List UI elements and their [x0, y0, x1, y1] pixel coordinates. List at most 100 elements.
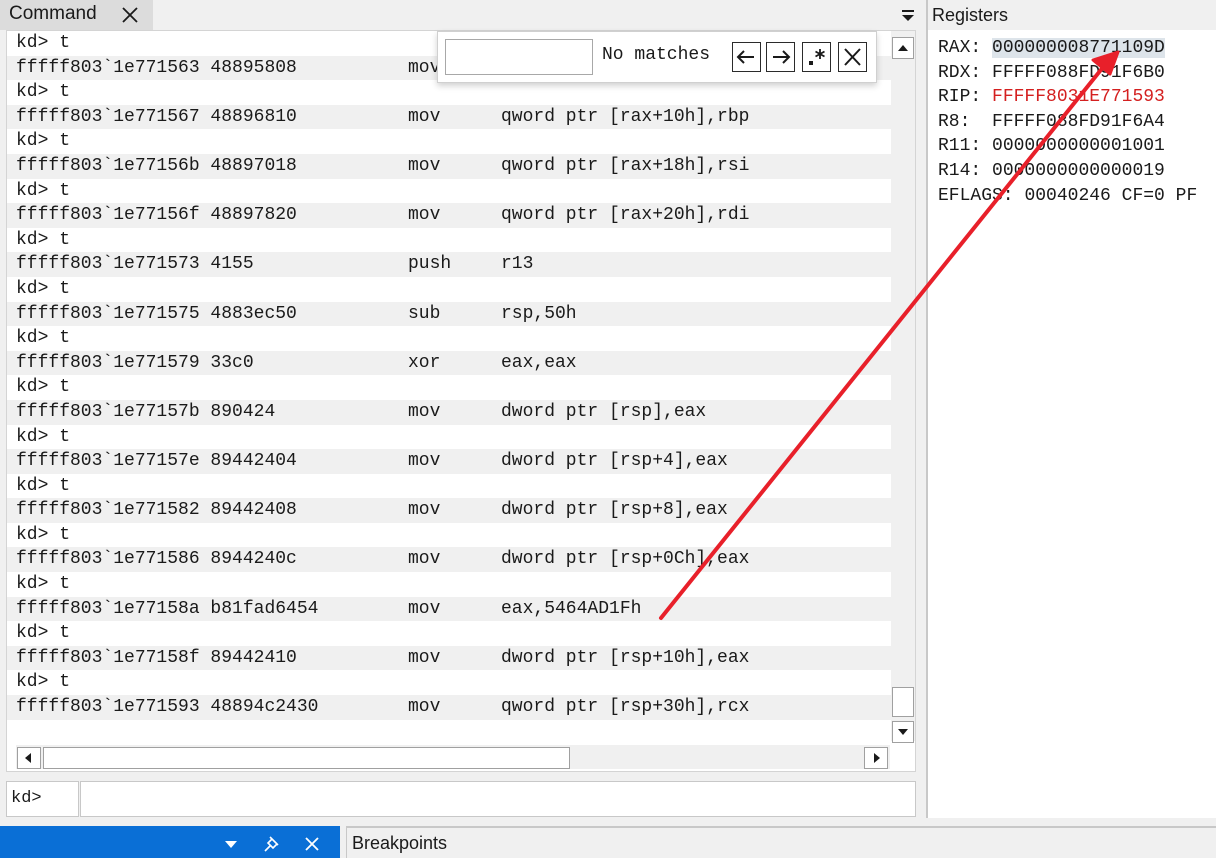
- instruction-opcode: mov: [408, 598, 441, 619]
- find-status: No matches: [602, 45, 711, 65]
- prompt-text: kd> t: [16, 278, 71, 299]
- triangle-left-icon: [25, 753, 31, 763]
- breakpoints-title: Breakpoints: [352, 833, 448, 853]
- find-regex-toggle[interactable]: [802, 42, 831, 72]
- output-instruction-line: fffff803`1e771567 48896810 mov qword ptr […: [7, 104, 891, 130]
- output-prompt-line: kd> t: [7, 474, 891, 499]
- output-instruction-line: fffff803`1e771579 33c0 xor eax,eax: [7, 350, 891, 376]
- find-previous-button[interactable]: [732, 42, 761, 72]
- register-name: R8:: [938, 111, 982, 132]
- instruction-operands: dword ptr [rsp+10h],eax: [501, 647, 750, 668]
- scroll-down-button[interactable]: [892, 721, 914, 743]
- prompt-text: kd> t: [16, 131, 71, 152]
- find-close-button[interactable]: [838, 42, 867, 72]
- register-row[interactable]: RDX: FFFFF088FD91F6B0: [938, 61, 1197, 86]
- register-value[interactable]: FFFFF8031E771593: [992, 87, 1165, 107]
- output-instruction-line: fffff803`1e77158a b81fad6454 mov eax,5464A…: [7, 596, 891, 622]
- register-value[interactable]: 00040246 CF=0 PF: [1024, 186, 1197, 206]
- vertical-scrollbar[interactable]: [891, 31, 915, 743]
- scroll-left-button[interactable]: [17, 747, 41, 769]
- prompt-text: kd> t: [16, 574, 71, 595]
- pin-icon[interactable]: [262, 834, 282, 854]
- instruction-operands: eax,5464AD1Fh: [501, 598, 642, 619]
- register-value[interactable]: 0000000000000019: [992, 161, 1165, 181]
- output-prompt-line: kd> t: [7, 670, 891, 695]
- register-row[interactable]: RIP: FFFFF8031E771593: [938, 85, 1197, 110]
- instruction-operands: qword ptr [rax+10h],rbp: [501, 106, 750, 127]
- output-instruction-line: fffff803`1e77158f 89442410 mov dword ptr […: [7, 645, 891, 671]
- instruction-address: fffff803`1e77157b 890424: [16, 401, 276, 422]
- arrow-right-icon: [773, 50, 791, 64]
- instruction-address: fffff803`1e771575 4883ec50: [16, 303, 297, 324]
- output-instruction-line: fffff803`1e77157b 890424 mov dword ptr [rs…: [7, 399, 891, 425]
- vertical-scroll-thumb[interactable]: [892, 687, 914, 717]
- instruction-address: fffff803`1e77156f 48897820: [16, 205, 297, 226]
- docked-panel-tab[interactable]: [0, 826, 340, 858]
- register-row[interactable]: R8: FFFFF088FD91F6A4: [938, 110, 1197, 135]
- horizontal-scrollbar[interactable]: [16, 745, 890, 769]
- output-instruction-line: fffff803`1e77156b 48897018 mov qword ptr […: [7, 153, 891, 179]
- prompt-text: kd> t: [16, 524, 71, 545]
- instruction-address: fffff803`1e771567 48896810: [16, 106, 297, 127]
- close-icon[interactable]: [120, 5, 140, 25]
- instruction-opcode: mov: [408, 647, 441, 668]
- scroll-up-button[interactable]: [892, 37, 914, 59]
- instruction-operands: qword ptr [rax+18h],rsi: [501, 155, 750, 176]
- register-value[interactable]: 0000000000001001: [992, 136, 1165, 156]
- instruction-address: fffff803`1e771593 48894c2430: [16, 697, 319, 718]
- register-name: R14:: [938, 160, 982, 181]
- output-instruction-line: fffff803`1e771593 48894c2430 mov qword ptr…: [7, 695, 891, 720]
- register-name: EFLAGS:: [938, 185, 1014, 206]
- command-input[interactable]: [80, 781, 916, 817]
- instruction-opcode: mov: [408, 155, 441, 176]
- prompt-text: kd> t: [16, 82, 71, 103]
- instruction-opcode: mov: [408, 106, 441, 127]
- scroll-right-button[interactable]: [864, 747, 888, 769]
- instruction-address: fffff803`1e771579 33c0: [16, 352, 254, 373]
- prompt-text: kd> t: [16, 328, 71, 349]
- tab-command[interactable]: Command: [0, 0, 153, 30]
- prompt-text: kd> t: [16, 180, 71, 201]
- chevron-down-icon[interactable]: [224, 839, 238, 849]
- find-input[interactable]: [445, 39, 593, 75]
- register-list: RAX: 000000008771109D RDX: FFFFF088FD91F6…: [938, 36, 1197, 208]
- output-instruction-line: fffff803`1e771575 4883ec50 sub rsp,50h: [7, 301, 891, 327]
- chevron-down-icon[interactable]: [900, 9, 916, 23]
- instruction-operands: r13: [501, 254, 534, 275]
- register-row[interactable]: RAX: 000000008771109D: [938, 36, 1197, 61]
- register-value[interactable]: 000000008771109D: [992, 38, 1165, 58]
- instruction-address: fffff803`1e771586 8944240c: [16, 549, 297, 570]
- output-prompt-line: kd> t: [7, 80, 891, 105]
- instruction-address: fffff803`1e771573 4155: [16, 254, 254, 275]
- breakpoints-window: Breakpoints: [346, 826, 1216, 858]
- instruction-opcode: mov: [408, 500, 441, 521]
- instruction-opcode: mov: [408, 401, 441, 422]
- tab-command-label: Command: [9, 3, 97, 24]
- registers-header: Registers: [928, 0, 1216, 30]
- prompt-text: kd> t: [16, 33, 71, 53]
- register-row[interactable]: R14: 0000000000000019: [938, 159, 1197, 184]
- instruction-opcode: mov: [408, 451, 441, 472]
- instruction-opcode: push: [408, 254, 452, 275]
- output-instruction-line: fffff803`1e771573 4155 push r13: [7, 252, 891, 277]
- command-output[interactable]: kd> t fffff803`1e771563 48895808 mov kd> tf…: [6, 30, 916, 772]
- triangle-up-icon: [898, 45, 908, 51]
- register-name: RDX:: [938, 62, 982, 83]
- output-prompt-line: kd> t: [7, 228, 891, 253]
- register-row[interactable]: EFLAGS: 00040246 CF=0 PF: [938, 184, 1197, 209]
- instruction-operands: qword ptr [rax+20h],rdi: [501, 205, 750, 226]
- prompt-text: kd> t: [16, 229, 71, 250]
- register-value[interactable]: FFFFF088FD91F6B0: [992, 63, 1165, 83]
- instruction-operands: dword ptr [rsp],eax: [501, 401, 707, 422]
- instruction-opcode: mov: [408, 57, 441, 78]
- horizontal-scroll-thumb[interactable]: [43, 747, 570, 769]
- close-icon[interactable]: [302, 834, 322, 854]
- registers-title: Registers: [932, 5, 1009, 25]
- find-next-button[interactable]: [766, 42, 795, 72]
- output-prompt-line: kd> t: [7, 425, 891, 450]
- triangle-right-icon: [874, 753, 880, 763]
- instruction-operands: dword ptr [rsp+0Ch],eax: [501, 549, 750, 570]
- register-row[interactable]: R11: 0000000000001001: [938, 134, 1197, 159]
- register-value[interactable]: FFFFF088FD91F6A4: [992, 112, 1165, 132]
- prompt-text: kd> t: [16, 672, 71, 693]
